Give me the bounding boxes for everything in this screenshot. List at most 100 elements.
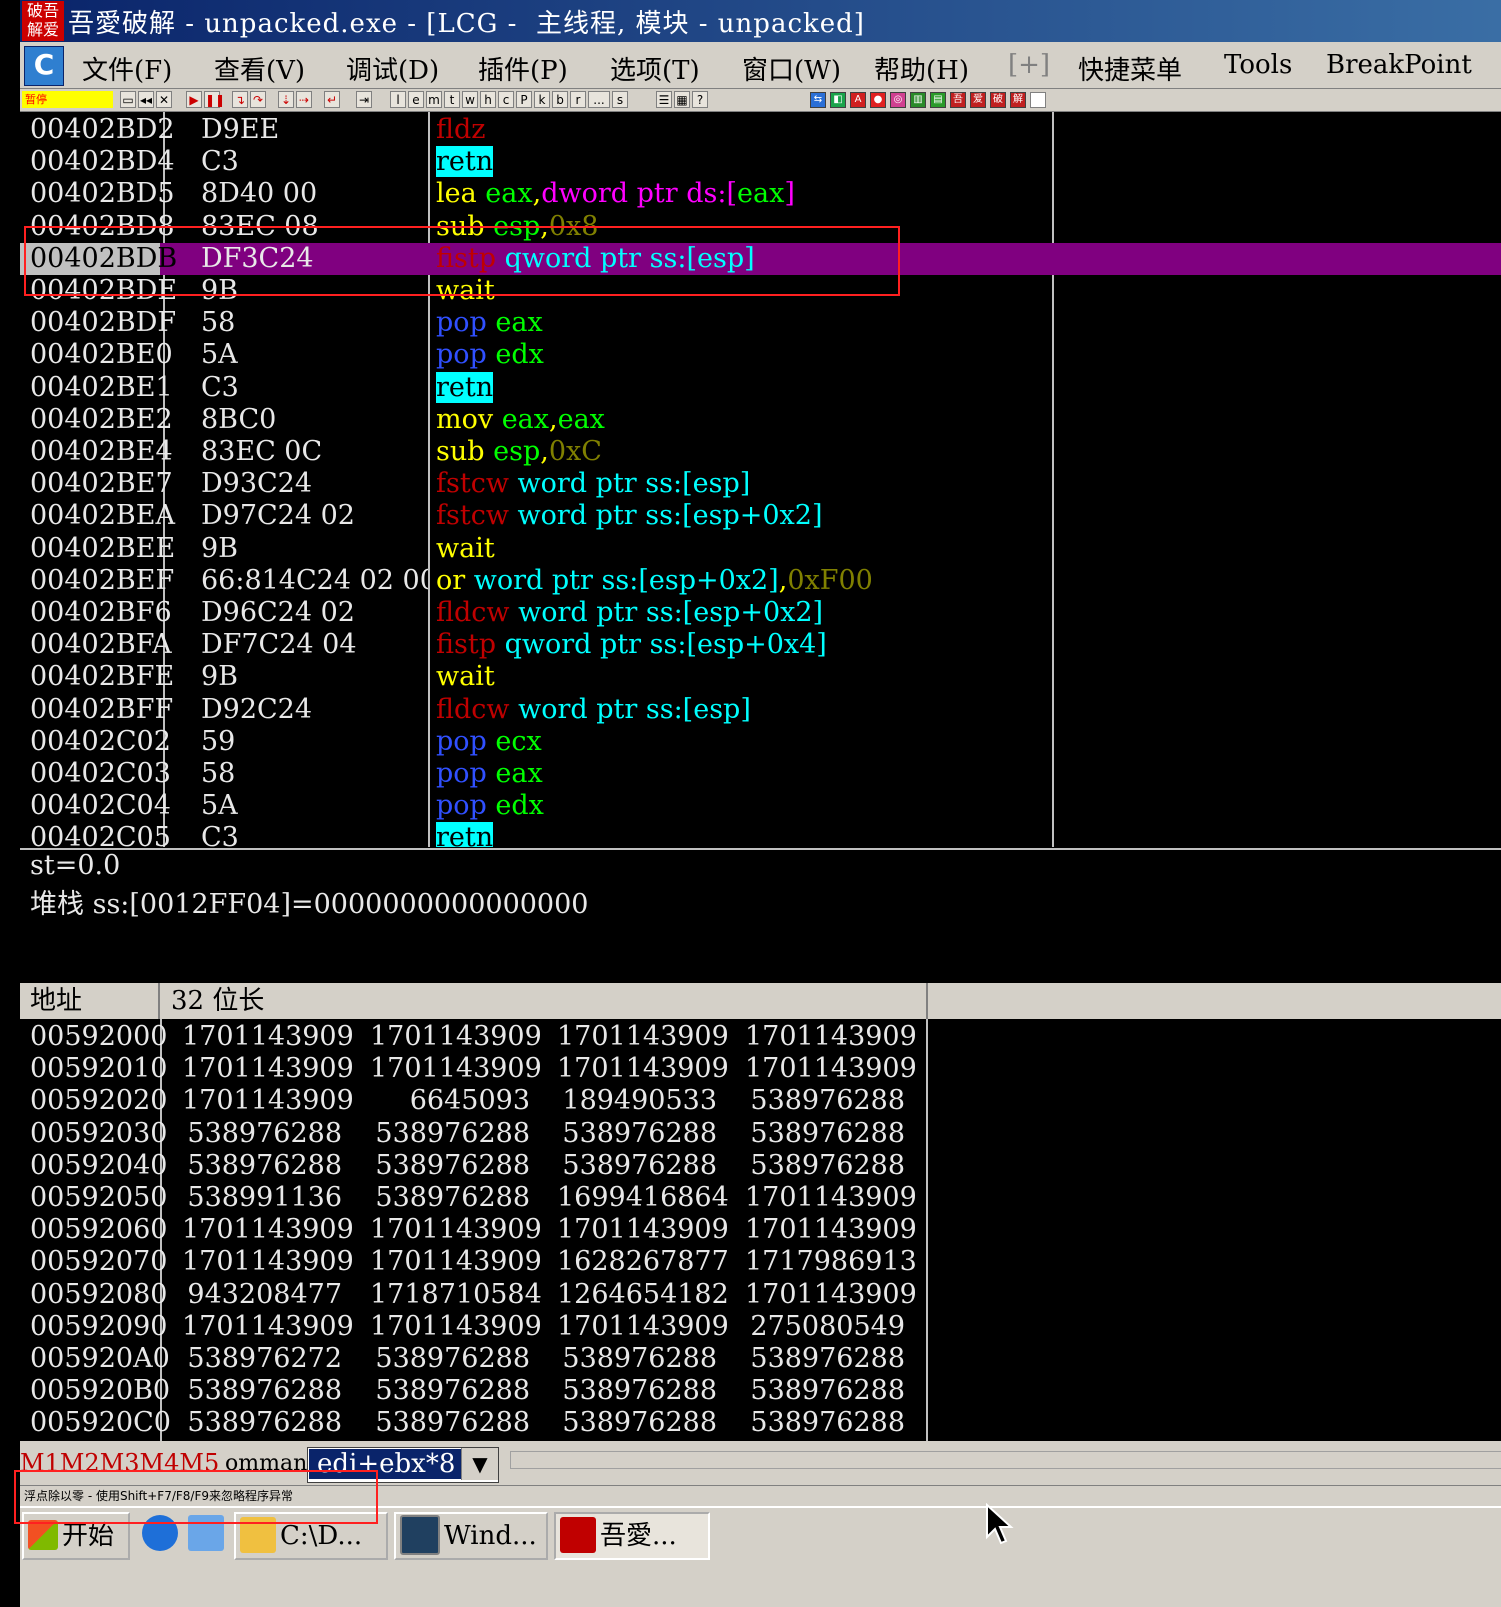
disasm-row[interactable]: 00402BD2 D9EE fldz bbox=[20, 114, 1501, 146]
trace-into-icon[interactable]: ⇣ bbox=[278, 91, 294, 108]
disasm-row[interactable]: 00402C03 58 pop eax bbox=[20, 758, 1501, 790]
dump-value: 1701143909 bbox=[370, 1021, 542, 1052]
dump-row[interactable]: 005920A0 538976272 538976288 538976288 53897… bbox=[20, 1343, 926, 1375]
disasm-row[interactable]: 00402BFA DF7C24 04 fistp qword ptr ss:[esp… bbox=[20, 629, 1501, 661]
grid-icon[interactable]: ▦ bbox=[674, 91, 690, 108]
plugin-icon-4[interactable]: ● bbox=[870, 92, 886, 108]
dump-row[interactable]: 005920C0 538976288 538976288 538976288 53897… bbox=[20, 1407, 926, 1439]
step-over-icon[interactable]: ↷ bbox=[250, 91, 266, 108]
disasm-row[interactable]: 00402BDF 58 pop eax bbox=[20, 307, 1501, 339]
plugin-icon-6[interactable]: ▥ bbox=[910, 92, 926, 108]
tb-t[interactable]: t bbox=[444, 91, 460, 108]
disasm-row[interactable]: 00402BE1 C3 retn bbox=[20, 371, 1501, 404]
execute-till-return-icon[interactable]: ↵ bbox=[324, 91, 340, 108]
menu-debug[interactable]: 调试(D) bbox=[346, 50, 439, 87]
disasm-row[interactable]: 00402BFF D92C24 fldcw word ptr ss:[esp] bbox=[20, 694, 1501, 726]
memory-dump-pane[interactable]: 00592000 1701143909 1701143909 1701143909 17… bbox=[20, 1019, 1501, 1441]
run-icon[interactable]: ▶ bbox=[186, 91, 202, 108]
plugin-icon-12[interactable] bbox=[1030, 92, 1046, 108]
plugin-icon-7[interactable]: ▤ bbox=[930, 92, 946, 108]
dump-row[interactable]: 00592080 943208477 1718710584 1264654182 170… bbox=[20, 1279, 926, 1311]
disasm-row[interactable]: 00402BEE 9B wait bbox=[20, 533, 1501, 565]
plugin-icon-11[interactable]: 解 bbox=[1010, 92, 1026, 108]
tb-l[interactable]: l bbox=[390, 91, 406, 108]
disasm-row[interactable]: 00402BE7 D93C24 fstcw word ptr ss:[esp] bbox=[20, 468, 1501, 500]
disasm-row[interactable]: 00402BE2 8BC0 mov eax,eax bbox=[20, 404, 1501, 436]
menu-window[interactable]: 窗口(W) bbox=[742, 50, 841, 87]
dump-row[interactable]: 00592040 538976288 538976288 538976288 53897… bbox=[20, 1150, 926, 1182]
dump-header-address[interactable]: 地址 bbox=[20, 983, 160, 1019]
disasm-instruction: retn bbox=[436, 371, 494, 404]
disasm-row[interactable]: 00402BD4 C3 retn bbox=[20, 146, 1501, 178]
dump-row[interactable]: 00592060 1701143909 1701143909 1701143909 17… bbox=[20, 1214, 926, 1246]
tb-h[interactable]: h bbox=[480, 91, 496, 108]
taskbar-item-windows[interactable]: Wind... bbox=[394, 1512, 548, 1560]
info-pane: st=0.0 堆栈 ss:[0012FF04]=0000000000000000 bbox=[20, 848, 1501, 983]
plugin-icon-2[interactable]: ◧ bbox=[830, 92, 846, 108]
disasm-row[interactable]: 00402C04 5A pop edx bbox=[20, 790, 1501, 822]
plugin-icon-10[interactable]: 破 bbox=[990, 92, 1006, 108]
disasm-row[interactable]: 00402C02 59 pop ecx bbox=[20, 726, 1501, 758]
tb-w[interactable]: w bbox=[462, 91, 478, 108]
chevron-down-icon[interactable]: ▼ bbox=[461, 1448, 498, 1480]
disasm-row[interactable]: 00402BEA D97C24 02 fstcw word ptr ss:[esp+… bbox=[20, 500, 1501, 532]
disasm-row[interactable]: 00402BE0 5A pop edx bbox=[20, 339, 1501, 371]
tb-p[interactable]: P bbox=[516, 91, 532, 108]
disasm-row[interactable]: 00402BE4 83EC 0C sub esp,0xC bbox=[20, 436, 1501, 468]
tb-s[interactable]: s bbox=[612, 91, 628, 108]
tb-e[interactable]: e bbox=[408, 91, 424, 108]
open-icon[interactable]: ▭ bbox=[120, 91, 136, 108]
taskbar-item-debugger[interactable]: 吾愛... bbox=[554, 1512, 710, 1560]
plugin-icon-9[interactable]: 爱 bbox=[970, 92, 986, 108]
dump-row[interactable]: 00592020 1701143909 6645093 189490533 538976… bbox=[20, 1085, 926, 1117]
dump-row[interactable]: 00592010 1701143909 1701143909 1701143909 17… bbox=[20, 1053, 926, 1085]
menu-plugins[interactable]: 插件(P) bbox=[478, 50, 568, 87]
disasm-row[interactable]: 00402BF6 D96C24 02 fldcw word ptr ss:[esp+… bbox=[20, 597, 1501, 629]
dump-header-format[interactable]: 32 位长 bbox=[161, 983, 928, 1019]
disasm-hex: D96C24 02 bbox=[201, 597, 355, 628]
window-title: 吾愛破解 - unpacked.exe - [LCG - 主线程, 模块 - u… bbox=[68, 9, 865, 39]
help-icon[interactable]: ? bbox=[692, 91, 708, 108]
menu-file[interactable]: 文件(F) bbox=[82, 50, 172, 87]
plugin-icon-1[interactable]: ⇆ bbox=[810, 92, 826, 108]
menu-tools[interactable]: Tools bbox=[1224, 50, 1292, 80]
dump-row[interactable]: 00592030 538976288 538976288 538976288 53897… bbox=[20, 1118, 926, 1150]
dump-row[interactable]: 00592000 1701143909 1701143909 1701143909 17… bbox=[20, 1021, 926, 1053]
list-icon[interactable]: ☰ bbox=[656, 91, 672, 108]
menu-plus[interactable]: [+] bbox=[1008, 50, 1050, 80]
pause-icon[interactable]: ❚❚ bbox=[204, 91, 225, 108]
menu-help[interactable]: 帮助(H) bbox=[874, 50, 969, 87]
dump-row[interactable]: 005920B0 538976288 538976288 538976288 53897… bbox=[20, 1375, 926, 1407]
tb-k[interactable]: k bbox=[534, 91, 550, 108]
disasm-row[interactable]: 00402C05 C3 retn bbox=[20, 822, 1501, 847]
tb-b[interactable]: b bbox=[552, 91, 568, 108]
dump-row[interactable]: 00592070 1701143909 1701143909 1628267877 17… bbox=[20, 1246, 926, 1278]
close-icon[interactable]: ✕ bbox=[156, 91, 172, 108]
title-bar[interactable]: 破吾 解爱 吾愛破解 - unpacked.exe - [LCG - 主线程, 模… bbox=[20, 0, 1501, 42]
plugin-icon-5[interactable]: ◎ bbox=[890, 92, 906, 108]
menu-options[interactable]: 选项(T) bbox=[610, 50, 700, 87]
tb-c[interactable]: c bbox=[498, 91, 514, 108]
disasm-row[interactable]: 00402BEF 66:814C24 02 00 or word ptr ss:[e… bbox=[20, 565, 1501, 597]
dump-value: 538976288 bbox=[187, 1407, 342, 1439]
rewind-icon[interactable]: ◂◂ bbox=[138, 91, 154, 108]
plugin-icon-8[interactable]: 吾 bbox=[950, 92, 966, 108]
menu-breakpoint[interactable]: BreakPoint bbox=[1326, 50, 1472, 80]
tb-ellipsis[interactable]: ... bbox=[588, 91, 610, 108]
plugin-icon-3[interactable]: A bbox=[850, 92, 866, 108]
asm-token: pop bbox=[436, 758, 496, 789]
menu-view[interactable]: 查看(V) bbox=[214, 50, 305, 87]
cpu-window-icon[interactable]: C bbox=[24, 46, 64, 86]
tb-r[interactable]: r bbox=[570, 91, 586, 108]
trace-over-icon[interactable]: ⇢ bbox=[296, 91, 312, 108]
tb-m[interactable]: m bbox=[426, 91, 442, 108]
disasm-row[interactable]: 00402BFE 9B wait bbox=[20, 661, 1501, 693]
dump-row[interactable]: 00592050 538991136 538976288 1699416864 1701… bbox=[20, 1182, 926, 1214]
dump-value: 538976288 bbox=[375, 1182, 530, 1213]
disasm-row[interactable]: 00402BD5 8D40 00 lea eax,dword ptr ds:[eax… bbox=[20, 178, 1501, 210]
dump-row[interactable]: 00592090 1701143909 1701143909 1701143909 27… bbox=[20, 1311, 926, 1343]
step-into-icon[interactable]: ↴ bbox=[232, 91, 248, 108]
menu-shortcut[interactable]: 快捷菜单 bbox=[1078, 50, 1182, 87]
disassembly-pane[interactable]: 00402BD2 D9EE fldz 00402BD4 C3 retn 00402BD5 8D… bbox=[20, 112, 1501, 847]
goto-icon[interactable]: ⇥ bbox=[356, 91, 372, 108]
